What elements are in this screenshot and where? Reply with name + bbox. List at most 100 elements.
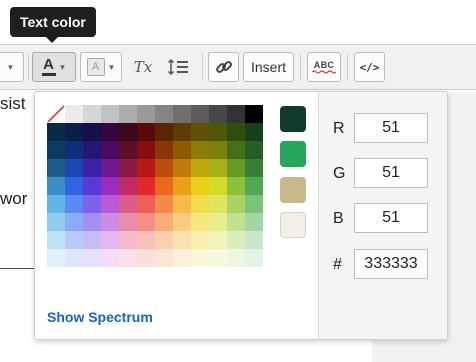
color-swatch[interactable]: [83, 231, 101, 249]
color-swatch[interactable]: [191, 195, 209, 213]
color-swatch[interactable]: [137, 231, 155, 249]
color-swatch[interactable]: [83, 105, 101, 123]
color-swatch[interactable]: [65, 249, 83, 267]
color-swatch[interactable]: [173, 195, 191, 213]
color-swatch[interactable]: [191, 159, 209, 177]
color-swatch[interactable]: [101, 231, 119, 249]
color-swatch[interactable]: [83, 195, 101, 213]
color-swatch[interactable]: [191, 231, 209, 249]
color-swatch[interactable]: [191, 123, 209, 141]
color-swatch[interactable]: [191, 105, 209, 123]
color-swatch[interactable]: [65, 141, 83, 159]
recent-color-swatch[interactable]: [280, 177, 306, 203]
color-swatch[interactable]: [65, 105, 83, 123]
color-swatch[interactable]: [227, 123, 245, 141]
color-swatch[interactable]: [209, 123, 227, 141]
color-swatch[interactable]: [47, 123, 65, 141]
color-swatch[interactable]: [119, 141, 137, 159]
color-swatch[interactable]: [155, 249, 173, 267]
code-view-button[interactable]: </>: [354, 52, 385, 82]
editor-text-line[interactable]: wor: [0, 189, 27, 209]
color-swatch[interactable]: [83, 159, 101, 177]
color-swatch[interactable]: [173, 141, 191, 159]
color-swatch[interactable]: [173, 213, 191, 231]
color-swatch[interactable]: [137, 195, 155, 213]
color-swatch[interactable]: [173, 105, 191, 123]
color-swatch[interactable]: [47, 195, 65, 213]
color-swatch[interactable]: [137, 141, 155, 159]
color-swatch[interactable]: [209, 141, 227, 159]
color-swatch[interactable]: [47, 141, 65, 159]
color-swatch[interactable]: [137, 177, 155, 195]
g-input[interactable]: 51: [354, 158, 428, 188]
color-swatch[interactable]: [47, 177, 65, 195]
color-swatch[interactable]: [209, 231, 227, 249]
color-swatch[interactable]: [227, 159, 245, 177]
color-swatch[interactable]: [119, 123, 137, 141]
color-swatch[interactable]: [101, 159, 119, 177]
recent-color-swatch[interactable]: [280, 212, 306, 238]
color-swatch[interactable]: [227, 249, 245, 267]
color-swatch[interactable]: [227, 141, 245, 159]
color-swatch[interactable]: [245, 231, 263, 249]
color-swatch[interactable]: [119, 105, 137, 123]
color-swatch[interactable]: [101, 177, 119, 195]
color-swatch[interactable]: [227, 231, 245, 249]
color-swatch[interactable]: [173, 249, 191, 267]
color-swatch[interactable]: [245, 249, 263, 267]
color-swatch[interactable]: [83, 177, 101, 195]
color-swatch[interactable]: [245, 195, 263, 213]
previous-dropdown-button[interactable]: ▼: [0, 52, 24, 82]
color-swatch[interactable]: [173, 123, 191, 141]
color-swatch[interactable]: [155, 177, 173, 195]
color-swatch[interactable]: [191, 213, 209, 231]
hex-input[interactable]: 333333: [354, 249, 428, 279]
color-swatch[interactable]: [65, 231, 83, 249]
color-swatch[interactable]: [137, 213, 155, 231]
color-swatch[interactable]: [245, 141, 263, 159]
color-swatch[interactable]: [65, 195, 83, 213]
color-swatch[interactable]: [155, 195, 173, 213]
line-height-button[interactable]: [160, 52, 196, 82]
color-swatch[interactable]: [227, 195, 245, 213]
r-input[interactable]: 51: [354, 113, 428, 143]
color-swatch[interactable]: [209, 213, 227, 231]
text-color-button[interactable]: A ▼: [32, 52, 76, 82]
color-swatch[interactable]: [47, 213, 65, 231]
color-swatch[interactable]: [209, 249, 227, 267]
color-swatch[interactable]: [245, 105, 263, 123]
color-swatch[interactable]: [209, 177, 227, 195]
color-swatch[interactable]: [119, 195, 137, 213]
color-swatch[interactable]: [245, 123, 263, 141]
color-swatch[interactable]: [47, 249, 65, 267]
insert-button[interactable]: Insert: [243, 52, 294, 82]
clear-formatting-button[interactable]: Tx: [126, 52, 160, 82]
color-swatch[interactable]: [83, 141, 101, 159]
color-swatch[interactable]: [101, 105, 119, 123]
editor-text-line[interactable]: sist: [0, 94, 26, 114]
color-swatch[interactable]: [119, 249, 137, 267]
color-swatch[interactable]: [155, 123, 173, 141]
color-swatch[interactable]: [119, 213, 137, 231]
color-swatch[interactable]: [101, 249, 119, 267]
insert-link-button[interactable]: [208, 52, 239, 82]
color-swatch[interactable]: [191, 141, 209, 159]
color-swatch[interactable]: [83, 123, 101, 141]
color-swatch[interactable]: [245, 177, 263, 195]
color-swatch[interactable]: [227, 213, 245, 231]
color-swatch[interactable]: [155, 159, 173, 177]
color-swatch[interactable]: [119, 177, 137, 195]
color-swatch[interactable]: [137, 249, 155, 267]
color-swatch[interactable]: [65, 159, 83, 177]
color-swatch[interactable]: [155, 213, 173, 231]
recent-color-swatch[interactable]: [280, 141, 306, 167]
color-swatch[interactable]: [101, 195, 119, 213]
color-swatch[interactable]: [47, 231, 65, 249]
color-swatch[interactable]: [155, 105, 173, 123]
color-swatch[interactable]: [173, 231, 191, 249]
color-swatch[interactable]: [65, 177, 83, 195]
color-swatch[interactable]: [119, 231, 137, 249]
color-swatch[interactable]: [101, 213, 119, 231]
color-swatch[interactable]: [137, 159, 155, 177]
color-swatch[interactable]: [209, 159, 227, 177]
